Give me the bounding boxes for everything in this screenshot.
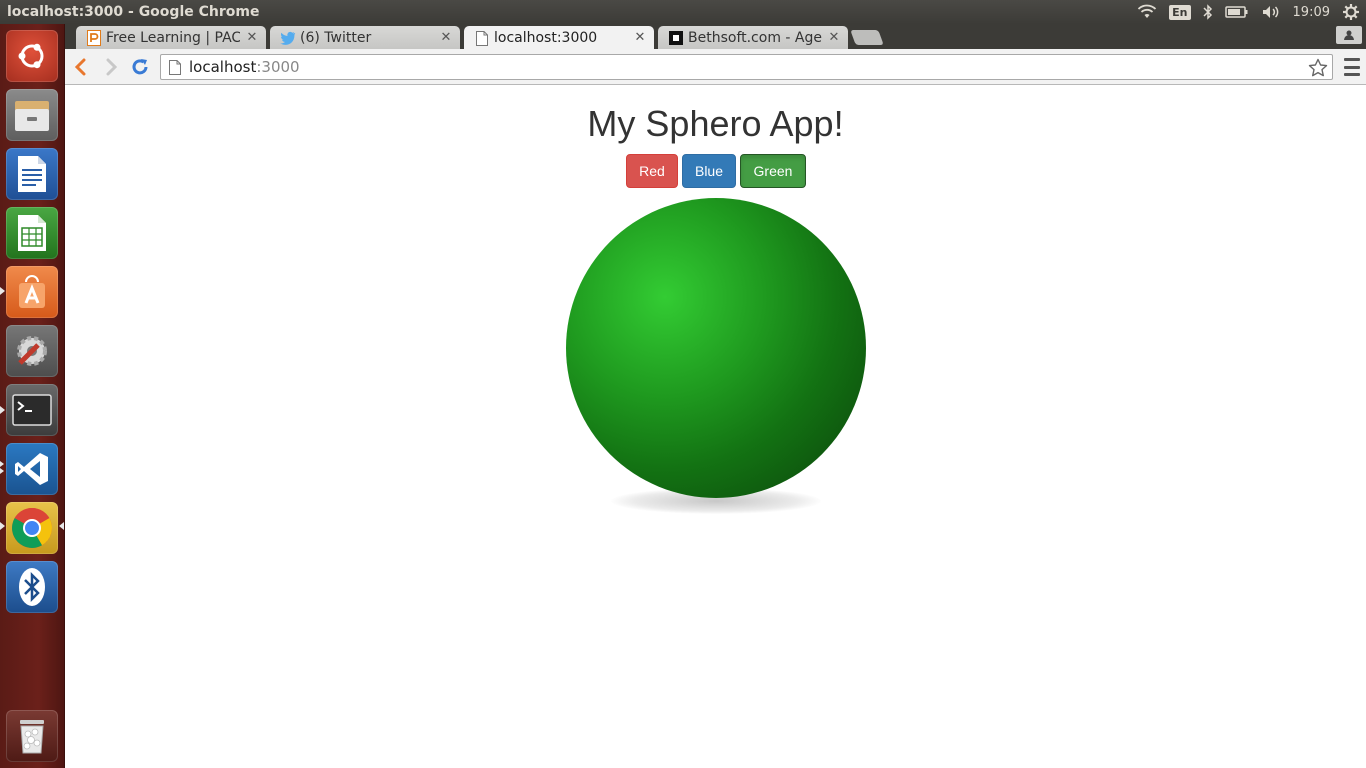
running-indicator bbox=[0, 287, 5, 295]
software-bag-icon bbox=[19, 275, 45, 308]
launcher-ubuntu-dash[interactable] bbox=[6, 30, 58, 82]
launcher-bluetooth[interactable] bbox=[6, 561, 58, 613]
close-icon[interactable]: ✕ bbox=[440, 31, 452, 44]
page-title: My Sphero App! bbox=[587, 103, 844, 144]
launcher-libreoffice-calc[interactable] bbox=[6, 207, 58, 259]
file-cabinet-icon bbox=[15, 101, 49, 131]
url-port: :3000 bbox=[256, 58, 300, 76]
tab-localhost[interactable]: localhost:3000 ✕ bbox=[464, 26, 654, 50]
green-button[interactable]: Green bbox=[740, 154, 806, 188]
unity-launcher bbox=[0, 24, 65, 768]
launcher-visual-studio-code[interactable] bbox=[6, 443, 58, 495]
bethsoft-favicon bbox=[668, 30, 684, 46]
running-indicator bbox=[0, 468, 4, 474]
running-indicator bbox=[0, 461, 4, 467]
packt-favicon bbox=[86, 29, 102, 46]
volume-icon[interactable] bbox=[1261, 4, 1281, 20]
calc-spreadsheet-icon bbox=[18, 215, 46, 251]
tab-title: Bethsoft.com - Age of bbox=[688, 29, 822, 46]
tab-title: (6) Twitter bbox=[300, 29, 372, 46]
keyboard-layout-indicator[interactable]: En bbox=[1169, 4, 1191, 20]
bluetooth-icon[interactable] bbox=[1203, 4, 1213, 20]
settings-wrench-icon bbox=[17, 336, 47, 366]
back-button[interactable] bbox=[69, 55, 93, 79]
back-arrow-icon bbox=[74, 58, 86, 76]
page-icon bbox=[169, 59, 181, 75]
top-panel: localhost:3000 - Google Chrome En 19:09 bbox=[0, 0, 1366, 24]
url-host: localhost bbox=[189, 58, 257, 76]
close-icon[interactable]: ✕ bbox=[246, 31, 258, 44]
launcher-files[interactable] bbox=[6, 89, 58, 141]
ubuntu-logo-icon bbox=[18, 43, 44, 69]
window-title: localhost:3000 - Google Chrome bbox=[7, 4, 260, 20]
battery-icon[interactable] bbox=[1224, 5, 1249, 19]
running-indicator bbox=[0, 406, 5, 414]
trash-icon bbox=[20, 720, 44, 754]
reload-icon bbox=[132, 59, 148, 75]
bluetooth-icon bbox=[19, 568, 45, 606]
sphere-display bbox=[565, 198, 867, 518]
new-tab-button[interactable] bbox=[850, 30, 884, 45]
color-button-group: Red Blue Green bbox=[626, 154, 806, 188]
tab-packt[interactable]: Free Learning | PACKT ✕ bbox=[76, 26, 266, 49]
tab-title: localhost:3000 bbox=[494, 30, 598, 46]
close-icon[interactable]: ✕ bbox=[634, 31, 646, 44]
focused-indicator bbox=[59, 522, 64, 530]
writer-document-icon bbox=[18, 156, 46, 192]
red-button[interactable]: Red bbox=[626, 154, 678, 188]
bookmark-star-icon[interactable] bbox=[1308, 58, 1328, 82]
address-bar[interactable]: localhost:3000 bbox=[160, 54, 1333, 80]
session-gear-icon[interactable] bbox=[1342, 3, 1360, 21]
tab-twitter[interactable]: (6) Twitter ✕ bbox=[270, 26, 460, 49]
page-viewport: My Sphero App! Red Blue Green bbox=[65, 86, 1366, 768]
profile-button[interactable] bbox=[1336, 26, 1362, 44]
launcher-google-chrome[interactable] bbox=[6, 502, 58, 554]
page-favicon bbox=[474, 30, 490, 46]
running-indicator bbox=[0, 522, 5, 530]
tab-title: Free Learning | PACKT bbox=[106, 29, 240, 46]
profile-icon bbox=[1344, 30, 1354, 40]
launcher-terminal[interactable] bbox=[6, 384, 58, 436]
launcher-libreoffice-writer[interactable] bbox=[6, 148, 58, 200]
sphero-ball bbox=[566, 198, 866, 498]
reload-button[interactable] bbox=[128, 55, 152, 79]
launcher-trash[interactable] bbox=[6, 710, 58, 762]
blue-button[interactable]: Blue bbox=[682, 154, 736, 188]
launcher-system-settings[interactable] bbox=[6, 325, 58, 377]
forward-arrow-icon bbox=[106, 58, 118, 76]
launcher-ubuntu-software-center[interactable] bbox=[6, 266, 58, 318]
vscode-icon bbox=[15, 453, 48, 485]
wifi-icon[interactable] bbox=[1137, 4, 1157, 20]
indicator-area: En 19:09 bbox=[1137, 0, 1360, 24]
tab-strip: Free Learning | PACKT ✕ (6) Twitter ✕ lo… bbox=[65, 24, 1366, 50]
chrome-menu-icon[interactable] bbox=[1344, 58, 1360, 76]
browser-toolbar: localhost:3000 bbox=[65, 49, 1366, 85]
forward-button[interactable] bbox=[99, 55, 123, 79]
tab-bethsoft[interactable]: Bethsoft.com - Age of ✕ bbox=[658, 26, 848, 49]
clock[interactable]: 19:09 bbox=[1293, 5, 1330, 20]
close-icon[interactable]: ✕ bbox=[828, 31, 840, 44]
chrome-icon bbox=[12, 508, 52, 548]
twitter-favicon bbox=[280, 30, 296, 46]
terminal-icon bbox=[12, 394, 52, 426]
